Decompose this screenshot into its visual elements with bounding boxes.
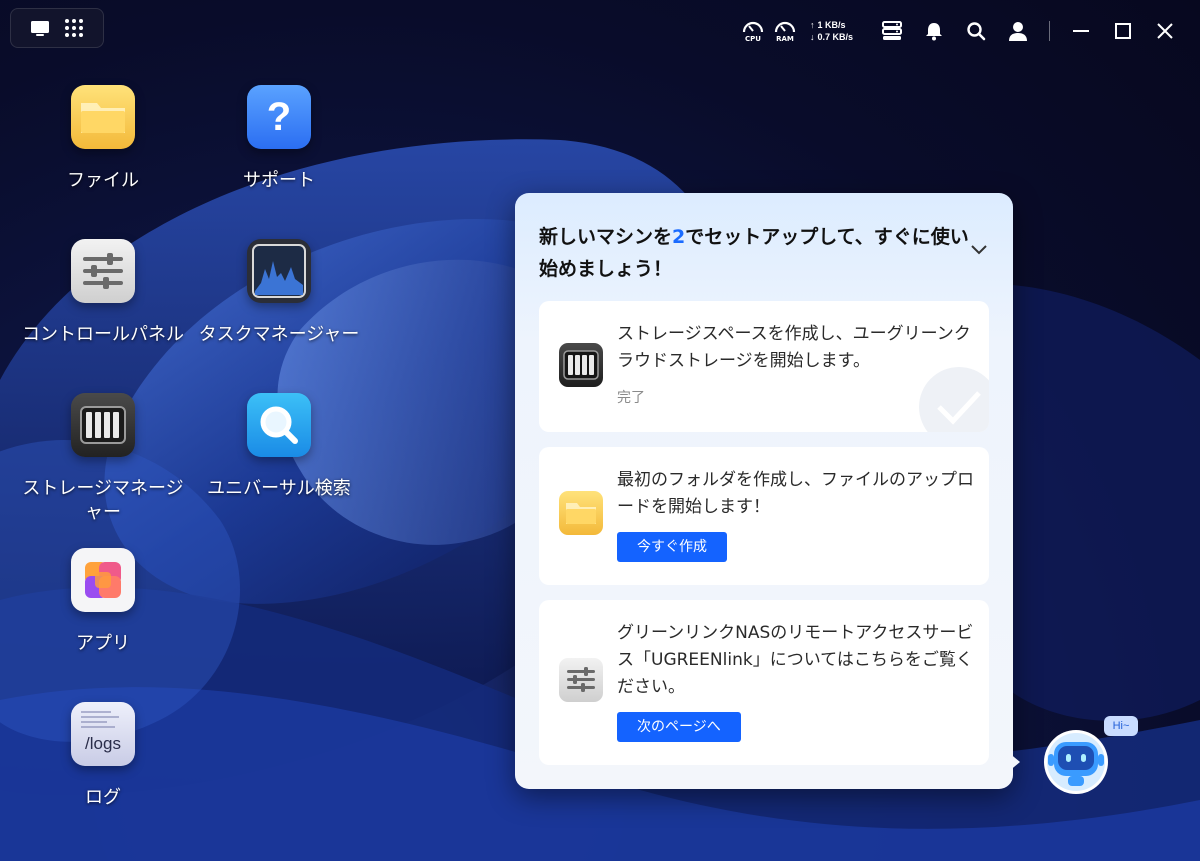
next-page-button[interactable]: 次のページへ [617, 712, 741, 742]
gauge-icon [774, 21, 796, 33]
ram-label: RAM [776, 35, 794, 43]
storage-icon [559, 343, 603, 387]
desktop-icon-logs[interactable]: /logs ログ [18, 702, 188, 810]
search-icon [247, 393, 311, 457]
monitor-icon [31, 21, 49, 36]
chart-icon [247, 239, 311, 303]
download-speed: 0.7 KB/s [817, 32, 853, 42]
panel-title-number: 2 [672, 226, 686, 248]
desktop-icon-apps[interactable]: アプリ [18, 548, 188, 656]
maximize-icon [1115, 23, 1131, 39]
desktop-icon-label: ストレージマネージ ャー [0, 477, 208, 525]
tray-separator [1049, 21, 1050, 41]
apps-icon [71, 548, 135, 612]
logs-tile-text: /logs [85, 734, 121, 753]
search-icon [967, 22, 986, 41]
create-now-button[interactable]: 今すぐ作成 [617, 532, 727, 562]
desktop-icon-support[interactable]: ? サポート [194, 85, 364, 193]
desktop-icon-universal-search[interactable]: ユニバーサル検索 [194, 393, 364, 501]
robot-icon [1044, 730, 1108, 794]
completed-check-icon [919, 367, 989, 432]
assistant-greeting-bubble: Hi~ [1104, 716, 1138, 736]
bell-icon [926, 23, 942, 41]
svg-text:?: ? [267, 95, 291, 139]
setup-card-storage[interactable]: ストレージスペースを作成し、ユーグリーンクラウドストレージを開始します。 完了 [539, 301, 989, 432]
desktop-icon-label: ファイル [67, 170, 139, 191]
desktop-icon-control-panel[interactable]: コントロールパネル [18, 239, 188, 347]
setup-card-folder[interactable]: 最初のフォルダを作成し、ファイルのアップロードを開始します！ 今すぐ作成 [539, 447, 989, 585]
maximize-button[interactable] [1102, 14, 1144, 48]
close-button[interactable] [1144, 14, 1186, 48]
panel-pointer [1008, 752, 1020, 772]
user-menu-button[interactable] [997, 14, 1039, 48]
minimize-button[interactable] [1060, 14, 1102, 48]
desktop-icon-label: サポート [243, 170, 315, 191]
panel-title: 新しいマシンを2でセットアップして、すぐに使い始めましょう！ [539, 221, 969, 285]
grid-icon [65, 19, 83, 37]
cpu-meter[interactable]: CPU [740, 16, 766, 46]
top-bar: CPU RAM ↑ 1 KB/s ↓ 0.7 KB/s [0, 0, 1200, 60]
setup-card-text: 最初のフォルダを作成し、ファイルのアップロードを開始します！ [617, 470, 974, 517]
chevron-down-icon [971, 245, 987, 255]
logs-icon: /logs [71, 702, 135, 766]
desktop-icon-label: タスクマネージャー [198, 324, 360, 345]
desktop-icon-label-line2: ャー [85, 502, 121, 523]
desktop-icon-task-manager[interactable]: タスクマネージャー [194, 239, 364, 347]
close-icon [1157, 23, 1173, 39]
system-tray: CPU RAM ↑ 1 KB/s ↓ 0.7 KB/s [740, 14, 1200, 48]
server-icon [882, 21, 902, 40]
desktop-icon-label-line1: ストレージマネージ [22, 478, 184, 499]
upload-arrow-icon: ↑ [809, 20, 815, 30]
assistant-robot-button[interactable] [1040, 722, 1112, 796]
desktop-icon-label: ユニバーサル検索 [207, 478, 351, 499]
sliders-icon [559, 658, 603, 702]
desktop-icon-label: ログ [85, 787, 121, 808]
setup-card-text: グリーンリンクNASのリモートアクセスサービス「UGREENlink」については… [617, 623, 974, 697]
upload-speed: 1 KB/s [817, 20, 846, 30]
network-speed[interactable]: ↑ 1 KB/s ↓ 0.7 KB/s [810, 19, 853, 43]
ram-meter[interactable]: RAM [772, 16, 798, 46]
folder-icon [559, 491, 603, 535]
server-status-button[interactable] [871, 14, 913, 48]
minimize-icon [1073, 30, 1089, 32]
panel-title-part: 新しいマシンを [539, 226, 673, 248]
gauge-icon [742, 21, 764, 33]
storage-icon [71, 393, 135, 457]
setup-guide-panel: 新しいマシンを2でセットアップして、すぐに使い始めましょう！ ストレージスペース… [515, 193, 1013, 789]
help-icon: ? [247, 85, 311, 149]
setup-card-status: 完了 [617, 390, 645, 406]
setup-card-remote-access[interactable]: グリーンリンクNASのリモートアクセスサービス「UGREENlink」については… [539, 600, 989, 765]
sliders-icon [71, 239, 135, 303]
download-arrow-icon: ↓ [809, 32, 815, 42]
desktop-icon-files[interactable]: ファイル [18, 85, 188, 193]
app-grid-button[interactable] [61, 15, 87, 41]
desktop-icon-label: アプリ [76, 633, 130, 654]
folder-icon [71, 85, 135, 149]
view-switcher [10, 8, 104, 48]
collapse-button[interactable] [967, 237, 991, 261]
desktop-view-button[interactable] [27, 15, 53, 41]
desktop-icon-storage-manager[interactable]: ストレージマネージ ャー [18, 393, 188, 525]
cpu-label: CPU [744, 35, 761, 43]
user-icon [1009, 22, 1027, 41]
search-button[interactable] [955, 14, 997, 48]
notifications-button[interactable] [913, 14, 955, 48]
